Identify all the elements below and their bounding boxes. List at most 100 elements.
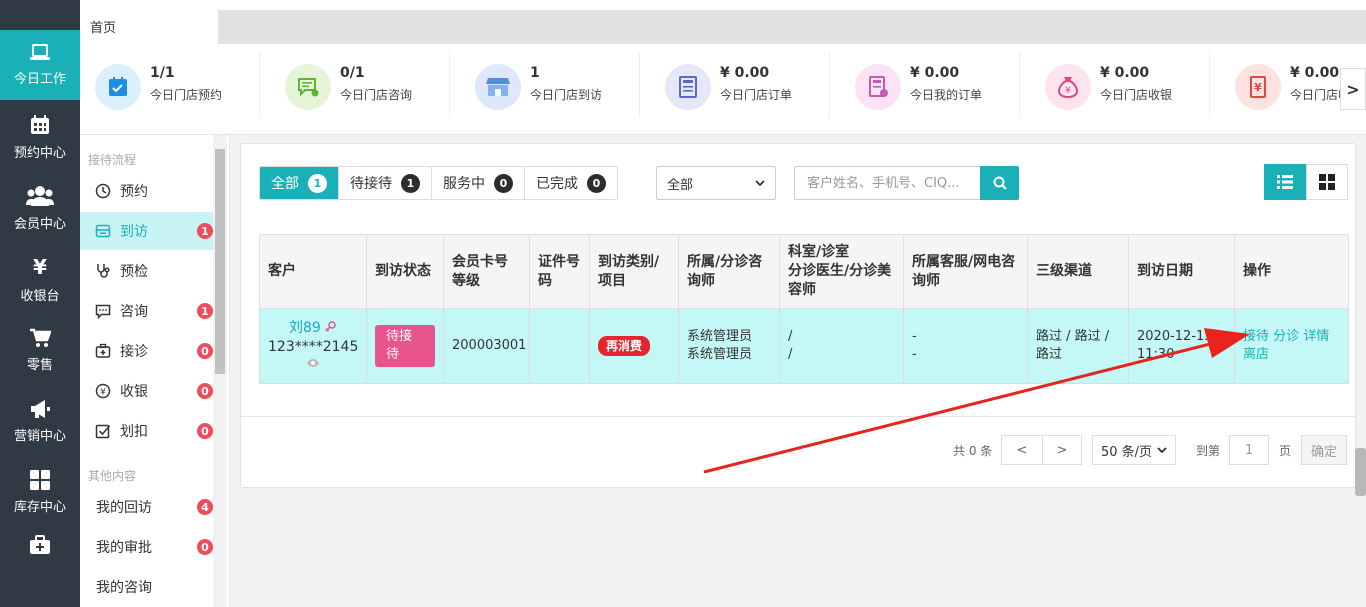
col-service: 所属客服/网电咨 询师 xyxy=(903,234,1028,309)
status-badge[interactable]: 待接待 xyxy=(375,325,435,367)
leave-link[interactable]: 离店 xyxy=(1243,347,1269,362)
nav-label: 收银台 xyxy=(20,288,60,304)
tab-home[interactable]: 首页 xyxy=(80,10,218,44)
page-size-select[interactable]: 50 条/页 xyxy=(1092,435,1176,465)
header-text: 到访类别/ 项目 xyxy=(598,253,660,289)
cell-service: - - xyxy=(903,308,1028,384)
receive-link[interactable]: 接待 xyxy=(1243,329,1269,344)
eye-icon[interactable] xyxy=(306,358,320,368)
goto-confirm-button[interactable]: 确定 xyxy=(1301,435,1347,465)
side-menu-scrollbar[interactable] xyxy=(213,135,227,607)
col-customer: 客户 xyxy=(259,234,367,309)
money-bag-icon: ¥ xyxy=(1045,64,1091,110)
stat-visits[interactable]: 1 今日门店到访 xyxy=(460,52,640,118)
search-input[interactable] xyxy=(794,166,980,200)
menu-item-label: 接诊 xyxy=(120,344,148,360)
nav-label: 零售 xyxy=(26,357,53,373)
filter-label: 待接待 xyxy=(350,176,392,192)
nav-label: 营销中心 xyxy=(13,428,66,444)
stats-bar: 1/1 今日门店预约 0/1 今日门店咨询 1 今日门店到访 ¥ 0.00 今日… xyxy=(80,44,1366,135)
svg-text:¥: ¥ xyxy=(1065,86,1071,96)
nav-today-work[interactable]: 今日工作 xyxy=(0,30,80,100)
calendar-icon xyxy=(31,114,49,134)
page-unit: 页 xyxy=(1279,444,1292,458)
left-nav: 今日工作 预约中心 会员中心 ¥ 收银台 零售 营销中心 库存中心 xyxy=(0,0,80,607)
next-page-button[interactable]: > xyxy=(1042,435,1082,465)
stat-appointments[interactable]: 1/1 今日门店预约 xyxy=(80,52,260,118)
menu-group-title: 接待流程 xyxy=(88,153,137,167)
svg-text:¥: ¥ xyxy=(1254,81,1262,94)
menu-item-cashier[interactable]: ¥ 收银 0 xyxy=(80,372,213,410)
details-link[interactable]: 详情 xyxy=(1303,329,1329,344)
stats-next-button[interactable]: > xyxy=(1340,68,1366,110)
filter-in-service[interactable]: 服务中 0 xyxy=(432,167,525,199)
nav-marketing-center[interactable]: 营销中心 xyxy=(0,386,80,456)
menu-item-label: 预检 xyxy=(120,264,148,280)
nav-appointment-center[interactable]: 预约中心 xyxy=(0,102,80,172)
col-card-level: 会员卡号 等级 xyxy=(443,234,530,309)
department-room: / xyxy=(788,329,793,344)
filter-done[interactable]: 已完成 0 xyxy=(525,167,617,199)
stat-label: 今日门店收银 xyxy=(1100,88,1173,102)
stat-value: 1 xyxy=(530,65,540,81)
prev-page-button[interactable]: < xyxy=(1001,435,1043,465)
stat-store-orders[interactable]: ¥ 0.00 今日门店订单 xyxy=(650,52,830,118)
stat-consultations[interactable]: 0/1 今日门店咨询 xyxy=(270,52,450,118)
grid-view-button[interactable] xyxy=(1306,164,1348,200)
menu-item-my-consults[interactable]: 我的咨询 xyxy=(80,568,213,606)
menu-item-deduct[interactable]: 划扣 0 xyxy=(80,412,213,450)
nav-label: 库存中心 xyxy=(13,499,66,515)
stat-label: 今日门店预约 xyxy=(150,88,223,102)
clock-icon xyxy=(94,183,112,199)
filter-count: 0 xyxy=(587,173,606,193)
menu-badge: 0 xyxy=(197,343,213,359)
filter-all[interactable]: 全部 1 xyxy=(260,167,339,199)
scrollbar-thumb[interactable] xyxy=(215,149,225,374)
stat-value: ¥ 0.00 xyxy=(1100,65,1150,81)
stat-my-orders[interactable]: ¥ 0.00 今日我的订单 xyxy=(840,52,1020,118)
cell-actions: 接待 分诊 详情 离店 xyxy=(1234,308,1349,384)
nav-medical[interactable] xyxy=(0,520,80,570)
search-button[interactable] xyxy=(980,166,1019,200)
goto-page-input[interactable]: 1 xyxy=(1229,435,1269,465)
menu-item-my-followups[interactable]: 我的回访 4 xyxy=(80,488,213,526)
filter-label: 全部 xyxy=(271,176,299,192)
visit-table: 客户 到访状态 会员卡号 等级 证件号 码 到访类别/ 项目 所属/分诊咨 询师… xyxy=(259,234,1349,384)
menu-item-consult[interactable]: 咨询 1 xyxy=(80,292,213,330)
visit-type-badge: 再消费 xyxy=(598,336,651,356)
stat-label: 今日门店到访 xyxy=(530,88,603,102)
table-row[interactable]: 刘89 123****2145 待接待 200003001 再消费 系统管理员 … xyxy=(259,308,1349,384)
list-icon xyxy=(1277,175,1293,189)
category-select[interactable]: 全部 xyxy=(656,166,776,200)
filter-count: 1 xyxy=(401,173,420,193)
menu-item-visit[interactable]: 到访 1 xyxy=(80,212,213,250)
nav-inventory-center[interactable]: 库存中心 xyxy=(0,457,80,527)
nav-member-center[interactable]: 会员中心 xyxy=(0,173,80,243)
nav-cashier[interactable]: ¥ 收银台 xyxy=(0,244,80,314)
menu-item-precheck[interactable]: 预检 xyxy=(80,252,213,290)
stethoscope-icon xyxy=(94,263,112,279)
filter-label: 已完成 xyxy=(536,176,578,192)
chevron-down-icon xyxy=(1157,447,1167,453)
stat-value: 1/1 xyxy=(150,65,175,81)
visit-panel: 全部 1 待接待 1 服务中 0 已完成 0 全部 客户姓名、手机号、CIQ..… xyxy=(240,143,1357,488)
chevron-down-icon xyxy=(755,180,765,186)
nav-retail[interactable]: 零售 xyxy=(0,315,80,385)
list-view-button[interactable] xyxy=(1264,164,1306,200)
cell-consultant: 系统管理员 系统管理员 xyxy=(678,308,780,384)
filter-waiting[interactable]: 待接待 1 xyxy=(339,167,432,199)
store-icon xyxy=(475,64,521,110)
menu-item-my-approvals[interactable]: 我的审批 0 xyxy=(80,528,213,566)
customer-name-link[interactable]: 刘89 xyxy=(289,320,321,336)
menu-item-treatment[interactable]: 接诊 0 xyxy=(80,332,213,370)
cell-visit-date: 2020-12-15 11:30 xyxy=(1128,308,1235,384)
stat-store-cashier[interactable]: ¥ ¥ 0.00 今日门店收银 xyxy=(1030,52,1210,118)
menu-item-label: 咨询 xyxy=(120,304,148,320)
stat-value: ¥ 0.00 xyxy=(910,65,960,81)
svg-text:¥: ¥ xyxy=(100,388,106,398)
header-text: 所属客服/网电咨 询师 xyxy=(912,253,1016,289)
col-visit-date: 到访日期 xyxy=(1128,234,1235,309)
menu-item-appointment[interactable]: 预约 xyxy=(80,172,213,210)
triage-link[interactable]: 分诊 xyxy=(1273,329,1299,344)
page-scrollbar-thumb[interactable] xyxy=(1355,448,1366,496)
